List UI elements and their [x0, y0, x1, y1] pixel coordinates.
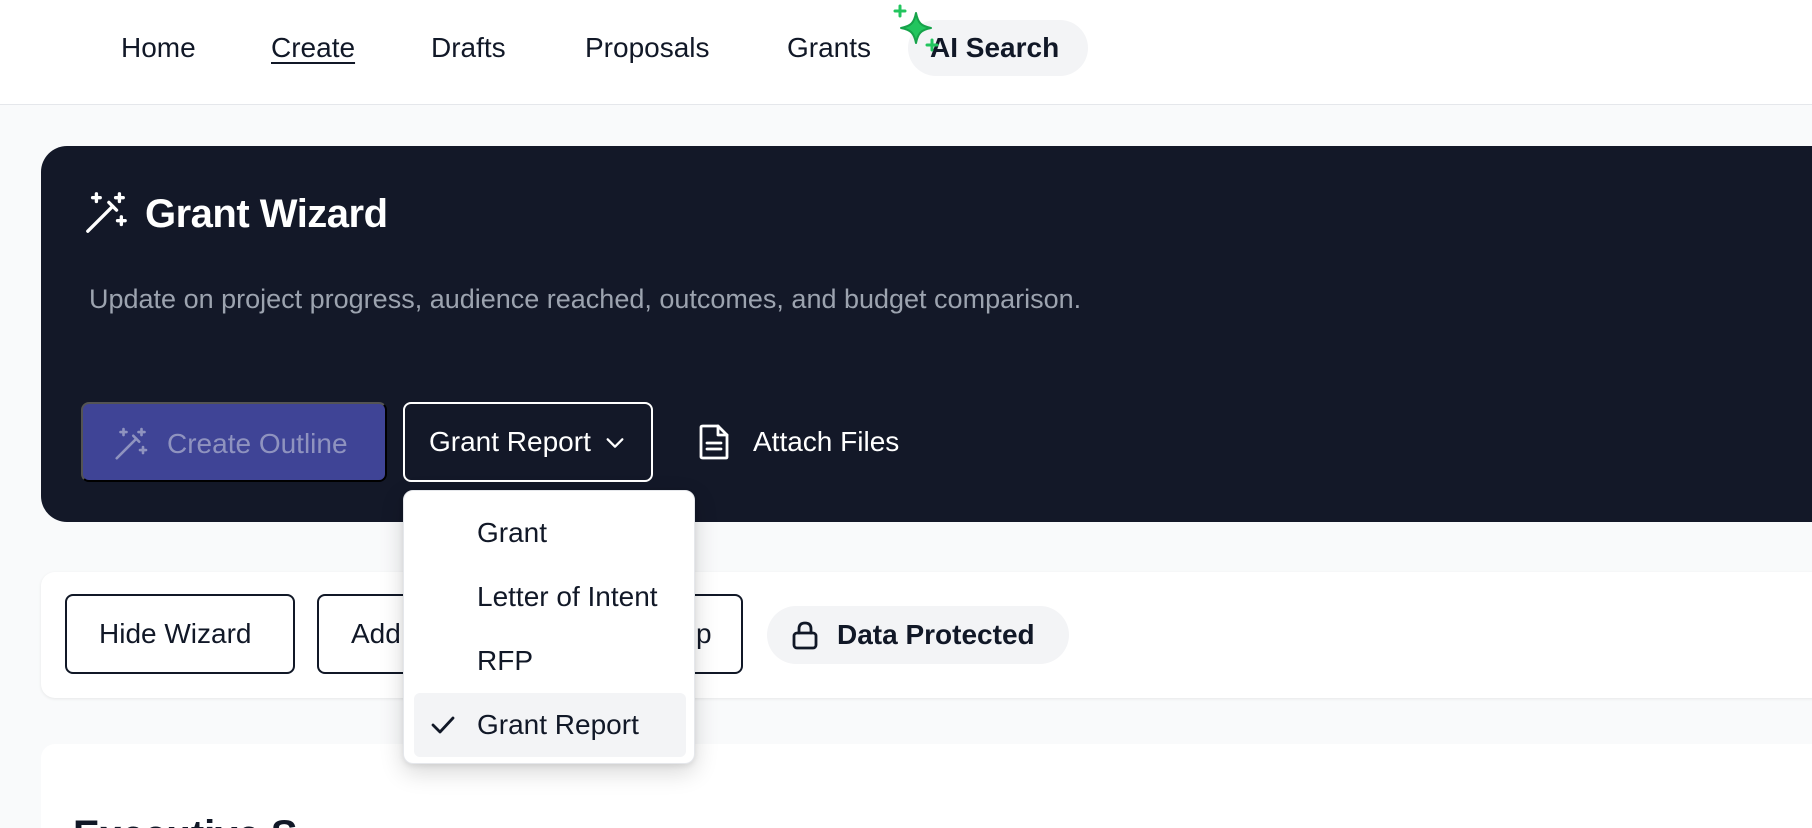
document-type-selected: Grant Report — [429, 426, 591, 457]
create-outline-button[interactable]: Create Outline — [81, 402, 387, 482]
wizard-description: Update on project progress, audience rea… — [89, 284, 1082, 314]
attach-files-button[interactable]: Attach Files — [697, 402, 937, 482]
document-icon — [699, 424, 729, 460]
dropdown-option-grant-report[interactable]: Grant Report — [414, 693, 686, 757]
top-navigation: Home Create Drafts Proposals Grants AI S… — [0, 0, 1812, 105]
dropdown-option-grant[interactable]: Grant — [414, 501, 686, 565]
dropdown-option-label: Grant — [477, 517, 548, 548]
chevron-down-icon — [606, 438, 624, 448]
nav-create[interactable]: Create — [271, 28, 355, 68]
wizard-toolbar: Hide Wizard Add p Data Protected — [41, 572, 1812, 698]
add-button[interactable]: Add — [317, 594, 405, 674]
document-type-select[interactable]: Grant Report — [403, 402, 653, 482]
grant-wizard-panel: Grant Wizard Update on project progress,… — [41, 146, 1812, 522]
dropdown-option-label: Grant Report — [477, 709, 639, 740]
nav-home[interactable]: Home — [121, 28, 196, 68]
create-outline-label: Create Outline — [167, 428, 348, 459]
page-title: Grant Wizard — [145, 192, 388, 236]
magic-wand-icon — [115, 427, 148, 460]
hide-wizard-button[interactable]: Hide Wizard — [65, 594, 295, 674]
add-button-label: Add — [351, 618, 401, 649]
nav-proposals[interactable]: Proposals — [585, 28, 710, 68]
step-button-label: p — [696, 618, 712, 649]
data-protected-badge: Data Protected — [767, 606, 1069, 664]
nav-drafts[interactable]: Drafts — [431, 28, 506, 68]
dropdown-option-label: Letter of Intent — [477, 581, 658, 612]
nav-ai-search-label: AI Search — [930, 32, 1060, 63]
hide-wizard-label: Hide Wizard — [99, 618, 252, 649]
step-button[interactable]: p — [695, 594, 743, 674]
lock-icon — [792, 621, 818, 650]
attach-files-label: Attach Files — [753, 426, 900, 457]
check-icon — [431, 716, 455, 734]
dropdown-option-letter-of-intent[interactable]: Letter of Intent — [414, 565, 686, 629]
nav-grants[interactable]: Grants — [787, 28, 871, 68]
data-protected-label: Data Protected — [837, 619, 1035, 650]
dropdown-option-rfp[interactable]: RFP — [414, 629, 686, 693]
executive-summary-heading: Executive S — [73, 810, 298, 828]
sparkle-icon — [893, 4, 939, 52]
magic-wand-icon — [86, 192, 127, 233]
executive-summary-card: Executive S — [41, 744, 1812, 828]
document-type-dropdown-menu: Grant Letter of Intent RFP Grant Report — [403, 490, 695, 764]
dropdown-option-label: RFP — [477, 645, 533, 676]
